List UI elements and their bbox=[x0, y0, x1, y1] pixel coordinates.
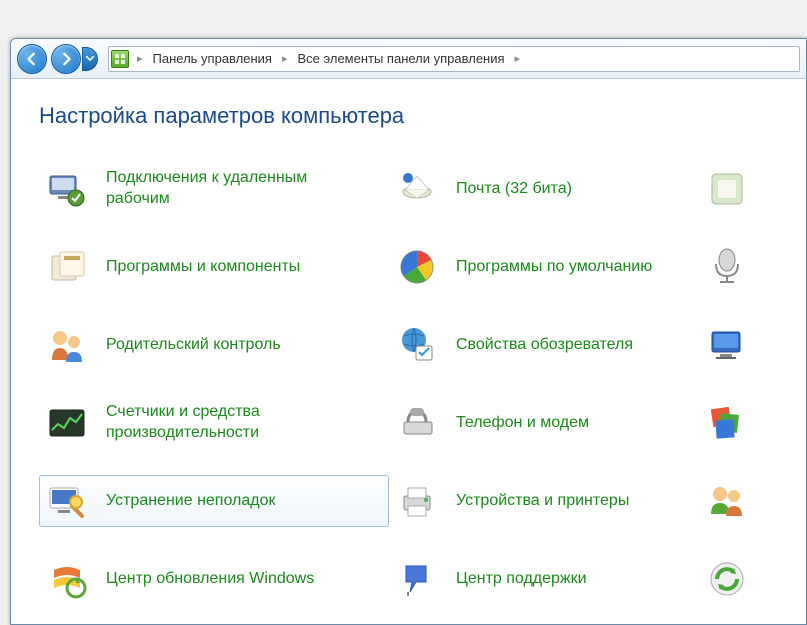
item-devices-printers[interactable]: Устройства и принтеры bbox=[389, 475, 709, 527]
address-bar[interactable]: ▸ Панель управления ▸ Все элементы панел… bbox=[108, 46, 800, 72]
item-label: Подключения к удаленным рабочим bbox=[106, 168, 326, 210]
microphone-icon bbox=[706, 246, 748, 288]
item-performance[interactable]: Счетчики и средства производительности bbox=[39, 397, 389, 449]
arrow-left-icon bbox=[25, 52, 39, 66]
item-label: Центр обновления Windows bbox=[106, 569, 314, 590]
devices-printers-icon bbox=[396, 480, 438, 522]
control-panel-icon bbox=[111, 50, 129, 68]
item-parental-control[interactable]: Родительский контроль bbox=[39, 319, 389, 371]
system-icon bbox=[706, 324, 748, 366]
item-mail[interactable]: Почта (32 бита) bbox=[389, 163, 709, 215]
remote-desktop-icon bbox=[46, 168, 88, 210]
performance-icon bbox=[46, 402, 88, 444]
item-label: Телефон и модем bbox=[456, 413, 589, 434]
item-partial-1[interactable] bbox=[709, 163, 789, 215]
item-label: Устранение неполадок bbox=[106, 491, 275, 512]
item-action-center[interactable]: Центр поддержки bbox=[389, 553, 709, 605]
item-label: Центр поддержки bbox=[456, 569, 587, 590]
chevron-down-icon bbox=[86, 56, 94, 61]
page-title: Настройка параметров компьютера bbox=[39, 103, 788, 129]
breadcrumb-item-all-items[interactable]: Все элементы панели управления bbox=[296, 49, 507, 68]
action-center-icon bbox=[396, 558, 438, 600]
forward-button[interactable] bbox=[51, 44, 81, 74]
item-remote-desktop[interactable]: Подключения к удаленным рабочим bbox=[39, 163, 389, 215]
arrow-right-icon bbox=[59, 52, 73, 66]
item-default-programs[interactable]: Программы по умолчанию bbox=[389, 241, 709, 293]
item-label: Почта (32 бита) bbox=[456, 179, 572, 200]
breadcrumb-item-control-panel[interactable]: Панель управления bbox=[151, 49, 274, 68]
item-label: Устройства и принтеры bbox=[456, 491, 629, 512]
programs-icon bbox=[46, 246, 88, 288]
item-troubleshooting[interactable]: Устранение неполадок bbox=[39, 475, 389, 527]
color-management-icon bbox=[706, 402, 748, 444]
item-programs-features[interactable]: Программы и компоненты bbox=[39, 241, 389, 293]
item-label: Программы и компоненты bbox=[106, 257, 300, 278]
item-partial-5[interactable] bbox=[709, 475, 789, 527]
item-label: Родительский контроль bbox=[106, 335, 281, 356]
default-programs-icon bbox=[396, 246, 438, 288]
gadget-icon bbox=[706, 168, 748, 210]
mail-icon bbox=[396, 168, 438, 210]
navigation-bar: ▸ Панель управления ▸ Все элементы панел… bbox=[11, 39, 806, 79]
breadcrumb-separator[interactable]: ▸ bbox=[278, 52, 292, 65]
item-partial-3[interactable] bbox=[709, 319, 789, 371]
breadcrumb-separator[interactable]: ▸ bbox=[133, 52, 147, 65]
item-windows-update[interactable]: Центр обновления Windows bbox=[39, 553, 389, 605]
control-panel-window: ▸ Панель управления ▸ Все элементы панел… bbox=[10, 38, 807, 625]
item-partial-6[interactable] bbox=[709, 553, 789, 605]
internet-options-icon bbox=[396, 324, 438, 366]
breadcrumb-separator[interactable]: ▸ bbox=[511, 52, 525, 65]
recent-locations-button[interactable] bbox=[82, 47, 98, 71]
content-area: Настройка параметров компьютера Подключе… bbox=[11, 79, 806, 623]
item-partial-4[interactable] bbox=[709, 397, 789, 449]
items-grid: Подключения к удаленным рабочим Почта (3… bbox=[39, 163, 788, 605]
item-partial-2[interactable] bbox=[709, 241, 789, 293]
item-phone-modem[interactable]: Телефон и модем bbox=[389, 397, 709, 449]
item-label: Программы по умолчанию bbox=[456, 257, 652, 278]
troubleshooting-icon bbox=[46, 480, 88, 522]
sync-icon bbox=[706, 558, 748, 600]
user-accounts-icon bbox=[706, 480, 748, 522]
item-label: Счетчики и средства производительности bbox=[106, 402, 326, 444]
item-label: Свойства обозревателя bbox=[456, 335, 633, 356]
item-internet-options[interactable]: Свойства обозревателя bbox=[389, 319, 709, 371]
phone-modem-icon bbox=[396, 402, 438, 444]
windows-update-icon bbox=[46, 558, 88, 600]
parental-control-icon bbox=[46, 324, 88, 366]
back-button[interactable] bbox=[17, 44, 47, 74]
